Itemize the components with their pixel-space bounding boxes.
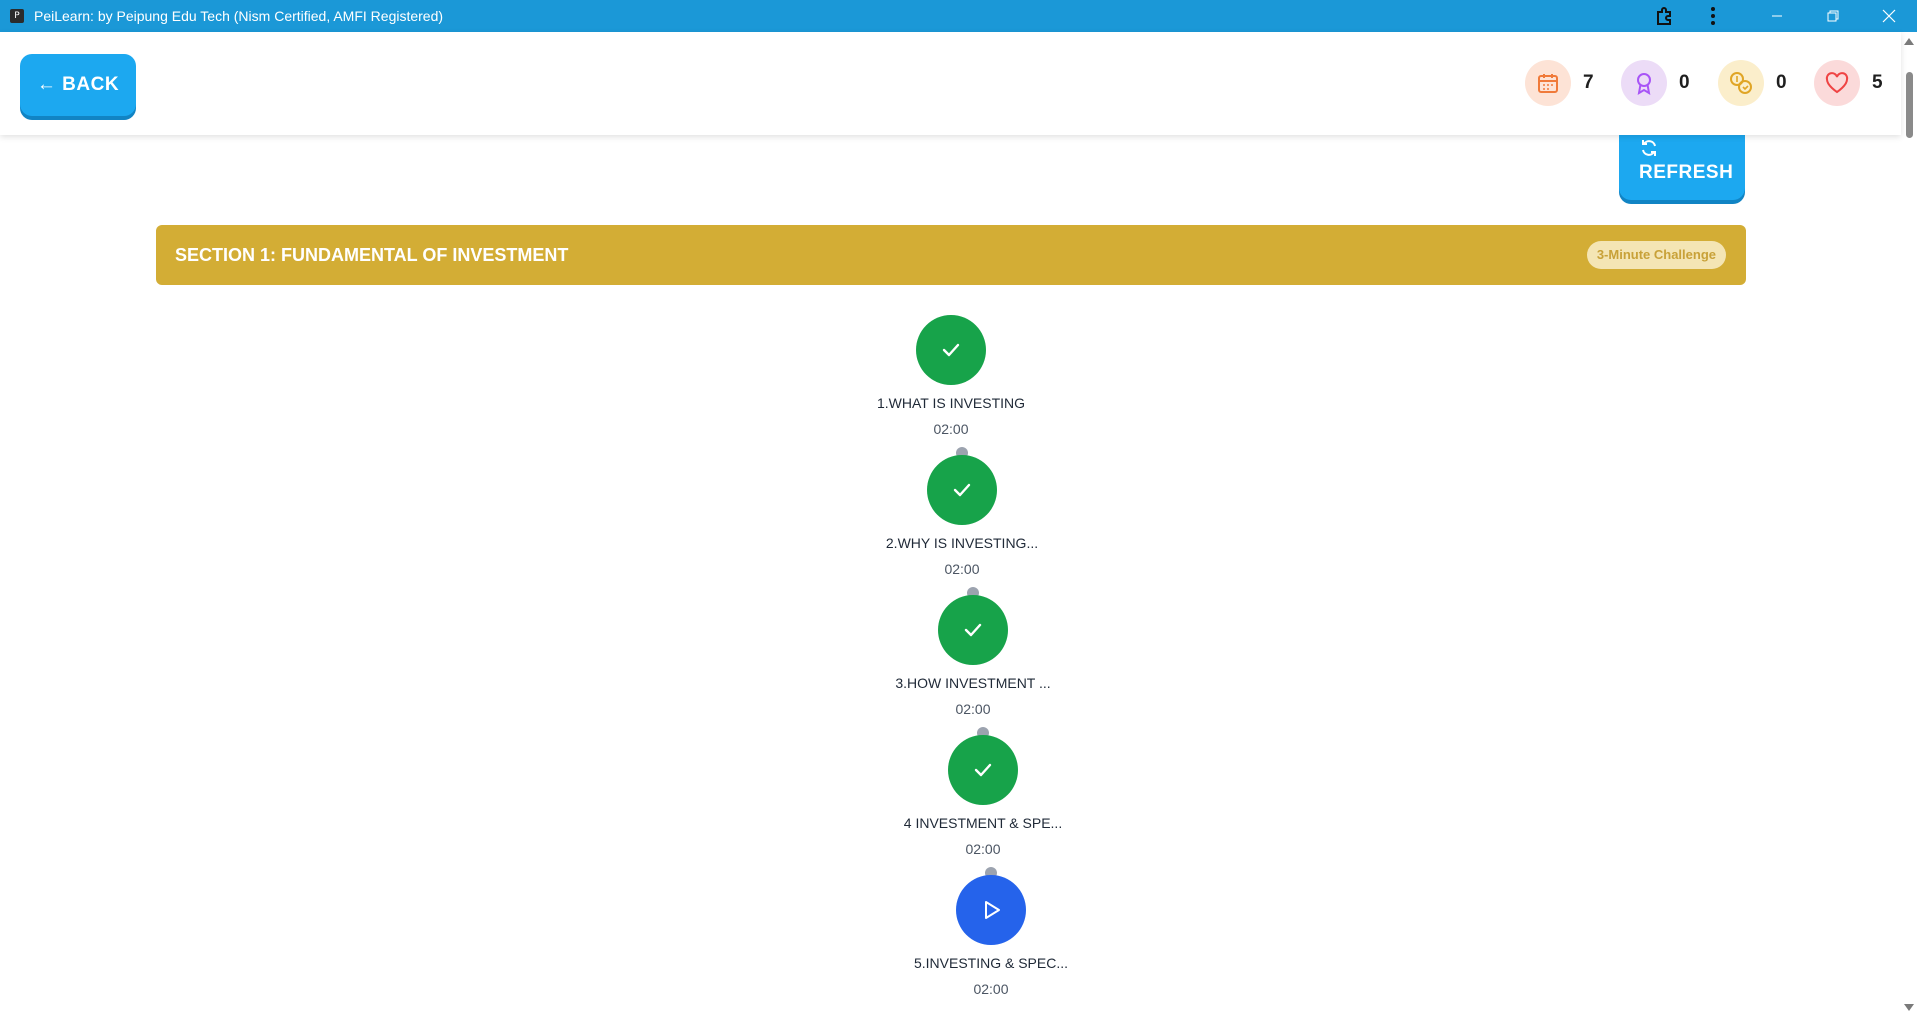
lesson-time: 02:00	[965, 841, 1001, 857]
stat-lives[interactable]: 5	[1814, 60, 1883, 106]
top-header: ← BACK 7 0 0 5	[0, 32, 1901, 135]
window-title: PeiLearn: by Peipung Edu Tech (Nism Cert…	[34, 8, 444, 24]
stat-badges[interactable]: 0	[1621, 60, 1690, 106]
check-icon	[942, 343, 960, 357]
refresh-icon	[1639, 138, 1659, 164]
coins-icon	[1718, 60, 1764, 106]
section-header: SECTION 1: FUNDAMENTAL OF INVESTMENT 3-M…	[156, 225, 1746, 285]
stat-value: 0	[1679, 72, 1690, 93]
stat-coins[interactable]: 0	[1718, 60, 1787, 106]
lesson-title: 5.INVESTING & SPEC...	[913, 955, 1069, 971]
lesson-time: 02:00	[955, 701, 991, 717]
refresh-button[interactable]: REFRESH	[1619, 128, 1745, 200]
lesson-time: 02:00	[933, 421, 969, 437]
minimize-icon[interactable]	[1754, 0, 1800, 32]
check-icon	[953, 483, 971, 497]
check-icon	[964, 623, 982, 637]
page-scrollbar[interactable]	[1901, 32, 1917, 1015]
award-icon	[1621, 60, 1667, 106]
extensions-icon[interactable]	[1642, 0, 1688, 32]
section-title: SECTION 1: FUNDAMENTAL OF INVESTMENT	[175, 245, 569, 265]
lesson-title: 3.HOW INVESTMENT ...	[895, 675, 1051, 691]
back-button[interactable]: ← BACK	[20, 54, 136, 116]
stat-value: 7	[1583, 72, 1594, 93]
scroll-down-icon[interactable]	[1904, 1004, 1914, 1011]
lesson-time: 02:00	[973, 981, 1009, 997]
stat-value: 5	[1872, 72, 1883, 93]
lesson-node-4[interactable]	[948, 735, 1018, 805]
play-icon	[985, 901, 1000, 919]
lesson-node-5[interactable]	[956, 875, 1026, 945]
restore-icon[interactable]	[1810, 0, 1856, 32]
scroll-up-icon[interactable]	[1904, 38, 1914, 45]
lesson-title: 2.WHY IS INVESTING...	[885, 535, 1039, 551]
check-icon	[974, 763, 992, 777]
app-icon: P	[10, 9, 24, 23]
scroll-thumb[interactable]	[1906, 72, 1913, 138]
calendar-icon	[1525, 60, 1571, 106]
refresh-label: REFRESH	[1639, 162, 1734, 183]
lesson-node-1[interactable]	[916, 315, 986, 385]
lesson-node-2[interactable]	[927, 455, 997, 525]
lesson-node-3[interactable]	[938, 595, 1008, 665]
window-titlebar: P PeiLearn: by Peipung Edu Tech (Nism Ce…	[0, 0, 1917, 32]
lesson-title: 4 INVESTMENT & SPE...	[903, 815, 1063, 831]
stat-value: 0	[1776, 72, 1787, 93]
challenge-badge[interactable]: 3-Minute Challenge	[1586, 241, 1726, 269]
more-options-icon[interactable]	[1690, 0, 1736, 32]
heart-icon	[1814, 60, 1860, 106]
close-icon[interactable]	[1866, 0, 1912, 32]
lesson-title: 1.WHAT IS INVESTING	[876, 395, 1026, 411]
stat-streak[interactable]: 7	[1525, 60, 1594, 106]
lesson-time: 02:00	[944, 561, 980, 577]
